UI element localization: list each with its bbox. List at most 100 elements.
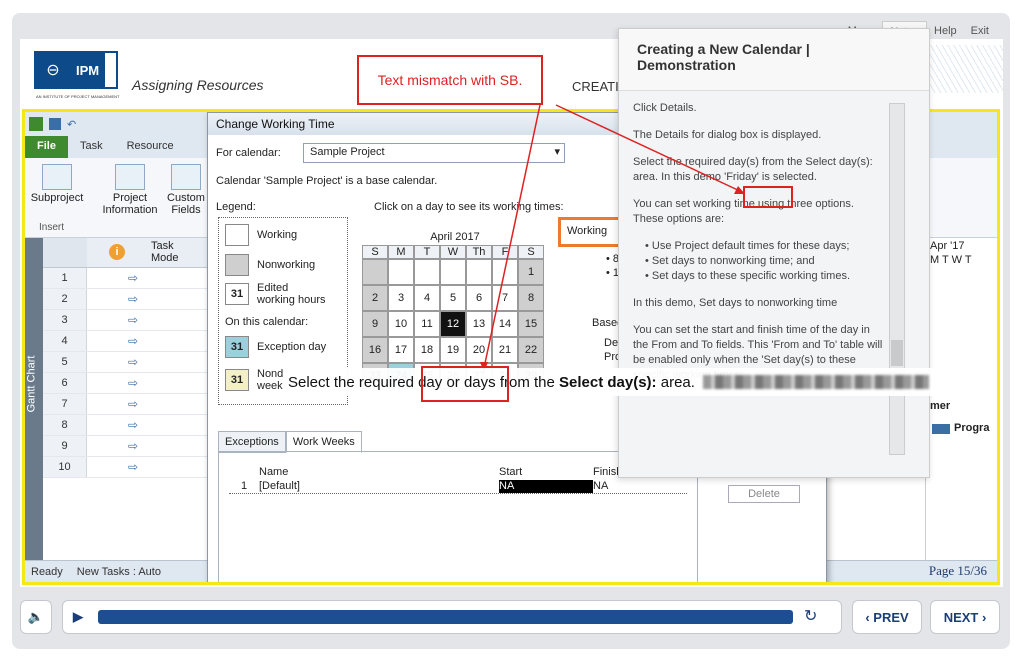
table-row[interactable]: 3 ⇨ [43,310,213,331]
calendar-day[interactable]: 13 [466,311,492,337]
table-row[interactable]: 5 ⇨ [43,352,213,373]
grid-corner [43,238,87,267]
calendar-day[interactable] [388,259,414,285]
header-decoration [923,45,1003,93]
undo-icon[interactable]: ↶ [67,118,76,131]
task-mode-icon: ⇨ [127,313,139,327]
calendar-day[interactable]: 5 [440,285,466,311]
table-row[interactable]: 7 ⇨ [43,394,213,415]
calendar-month: April 2017 [430,231,480,243]
custom-fields-button[interactable]: Custom Fields [165,164,207,216]
calendar-select[interactable]: Sample Project [303,143,565,163]
weekday-header[interactable]: F [492,245,518,259]
task-mode-icon: ⇨ [127,460,139,474]
table-row[interactable]: 4 ⇨ [43,331,213,352]
exception-swatch: 31 [225,336,249,358]
subproject-label: Subproject [30,192,84,204]
status-new-tasks[interactable]: New Tasks : Auto [77,566,161,578]
table-row[interactable]: 2 ⇨ [43,289,213,310]
legend-edited: Edited working hours [257,282,326,306]
calendar-day[interactable] [466,259,492,285]
info-column-icon: i [87,238,147,267]
player-controls: 🔈 ▶ ↻ ‹ PREV NEXT › [20,600,1003,638]
next-button[interactable]: NEXT › [930,600,1000,634]
calendar-day[interactable] [414,259,440,285]
weekday-header[interactable]: S [362,245,388,259]
gantt-bar[interactable] [932,424,950,434]
subproject-button[interactable]: Subproject [27,164,87,204]
calendar-day[interactable]: 21 [492,337,518,363]
caption-post: area. [660,373,695,391]
calendar-day[interactable]: 19 [440,337,466,363]
calendar-day[interactable]: 1 [518,259,544,285]
tab-resource[interactable]: Resource [115,136,186,158]
calendar-day[interactable]: 16 [362,337,388,363]
calendar-day[interactable]: 9 [362,311,388,337]
calendar-day[interactable]: 11 [414,311,440,337]
tab-file[interactable]: File [25,136,68,158]
task-mode-header[interactable]: Task Mode [147,238,207,267]
table-row[interactable]: 6 ⇨ [43,373,213,394]
volume-button[interactable]: 🔈 [20,600,52,634]
replay-icon[interactable]: ↻ [804,606,817,626]
calendar-day[interactable]: 6 [466,285,492,311]
row-number: 8 [43,415,87,435]
col-start: Start [499,466,523,478]
legend-working: Working [257,229,298,241]
progress-bar[interactable] [98,610,793,624]
calendar-day[interactable]: 12 [440,311,466,337]
delete-button[interactable]: Delete [728,485,800,503]
play-icon[interactable]: ▶ [73,609,83,625]
calendar-day[interactable]: 3 [388,285,414,311]
gantt-days: M T W T [930,254,972,266]
weekday-header[interactable]: Th [466,245,492,259]
weekday-header[interactable]: W [440,245,466,259]
task-mode-icon: ⇨ [127,439,139,453]
gantt-summary-label: mer [930,400,951,412]
grid-header: i Task Mode [43,238,213,268]
project-information-button[interactable]: Project Information [97,164,163,216]
table-row[interactable]: 9 ⇨ [43,436,213,457]
subtitle-caption: Select the required day or days from the… [284,368,984,396]
row-start[interactable]: NA [499,480,593,493]
row-number: 1 [43,268,87,288]
prev-button[interactable]: ‹ PREV [852,600,922,634]
calendar-day[interactable]: 14 [492,311,518,337]
calendar-day[interactable]: 22 [518,337,544,363]
weekday-header[interactable]: T [414,245,440,259]
base-calendar-note: Calendar 'Sample Project' is a base cale… [216,175,438,187]
table-row[interactable]: 1 ⇨ [43,268,213,289]
work-week-row[interactable]: 1 [Default] NA NA [229,480,687,494]
notes-dialog-displayed: The Details for dialog box is displayed. [633,129,822,141]
calendar-day[interactable]: 4 [414,285,440,311]
project-information-icon [115,164,145,190]
edited-swatch: 31 [225,283,249,305]
calendar-day[interactable]: 15 [518,311,544,337]
table-row[interactable]: 10 ⇨ [43,457,213,478]
row-number: 5 [43,352,87,372]
calendar-day[interactable]: 18 [414,337,440,363]
calendar-day[interactable]: 7 [492,285,518,311]
calendar-day[interactable] [492,259,518,285]
table-row[interactable]: 8 ⇨ [43,415,213,436]
row-finish[interactable]: NA [593,480,687,493]
save-icon[interactable] [49,118,61,130]
calendar-day[interactable]: 2 [362,285,388,311]
tab-work-weeks[interactable]: Work Weeks [285,431,362,453]
calendar-day[interactable] [362,259,388,285]
calendar-day[interactable]: 10 [388,311,414,337]
calendar-day[interactable]: 17 [388,337,414,363]
legend-exception: Exception day [257,341,327,353]
gantt-chart-side-tab[interactable]: Gantt Chart [25,238,43,566]
tab-task[interactable]: Task [68,136,115,158]
calendar-day[interactable]: 20 [466,337,492,363]
row-number: 10 [43,457,87,477]
notes-scroll-thumb[interactable] [891,340,903,366]
tab-exceptions[interactable]: Exceptions [218,431,286,453]
custom-fields-label: Custom Fields [167,192,205,216]
notes-scrollbar[interactable] [889,103,905,455]
weekday-header[interactable]: M [388,245,414,259]
weekday-header[interactable]: S [518,245,544,259]
calendar-day[interactable] [440,259,466,285]
calendar-day[interactable]: 8 [518,285,544,311]
